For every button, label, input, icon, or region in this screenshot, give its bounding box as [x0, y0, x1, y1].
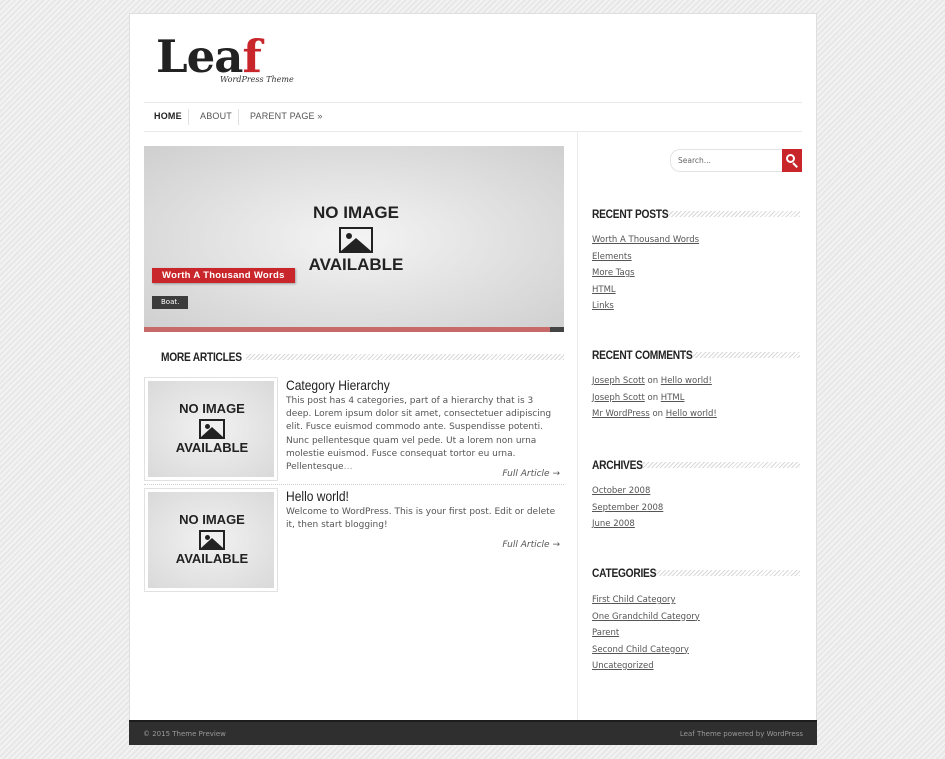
image-icon	[199, 530, 225, 550]
archive-link[interactable]: October 2008	[592, 486, 650, 496]
site-header: Leaf WordPress Theme	[130, 14, 816, 102]
comment-author-link[interactable]: Joseph Scott	[592, 376, 645, 386]
logo-tagline: WordPress Theme	[220, 75, 294, 84]
heading-stripes	[684, 352, 800, 358]
list-item: Elements	[592, 249, 699, 266]
category-link[interactable]: One Grandchild Category	[592, 612, 700, 622]
site-footer: © 2015 Theme Preview Leaf Theme powered …	[129, 720, 817, 745]
recent-post-link[interactable]: HTML	[592, 285, 616, 295]
article-title[interactable]: Hello world!	[286, 488, 349, 504]
comment-post-link[interactable]: HTML	[661, 393, 685, 403]
recent-comments-list: Joseph Scott on Hello world! Joseph Scot…	[592, 373, 717, 423]
full-article-link[interactable]: Full Article →	[502, 540, 560, 550]
list-item: More Tags	[592, 265, 699, 282]
recent-posts-list: Worth A Thousand Words Elements More Tag…	[592, 232, 699, 315]
recent-posts-heading: RECENT POSTS	[592, 207, 802, 221]
content-divider	[577, 132, 578, 724]
category-link[interactable]: Uncategorized	[592, 661, 654, 671]
article-divider	[144, 484, 564, 485]
no-image-placeholder: NO IMAGE AVAILABLE	[175, 401, 249, 455]
comment-author-link[interactable]: Joseph Scott	[592, 393, 645, 403]
comment-post-link[interactable]: Hello world!	[666, 409, 717, 419]
recent-post-link[interactable]: Worth A Thousand Words	[592, 235, 699, 245]
heading-stripes	[640, 462, 800, 468]
heading-stripes	[652, 570, 800, 576]
recent-post-link[interactable]: Elements	[592, 252, 632, 262]
footer-credits: Leaf Theme powered by WordPress	[679, 730, 803, 738]
search-input[interactable]	[670, 149, 782, 172]
no-image-placeholder: NO IMAGE AVAILABLE	[308, 203, 404, 274]
category-link[interactable]: First Child Category	[592, 595, 676, 605]
page-container: Leaf WordPress Theme HOME ABOUT PARENT P…	[129, 13, 817, 745]
nav-item-parent-page[interactable]: PARENT PAGE »	[250, 111, 323, 121]
main-nav: HOME ABOUT PARENT PAGE »	[144, 102, 802, 132]
article-title[interactable]: Category Hierarchy	[286, 377, 390, 393]
recent-comments-heading: RECENT COMMENTS	[592, 348, 802, 362]
full-article-link[interactable]: Full Article →	[502, 469, 560, 479]
article-thumbnail[interactable]: NO IMAGE AVAILABLE	[144, 377, 278, 481]
list-item: Joseph Scott on HTML	[592, 392, 685, 403]
featured-slider[interactable]: NO IMAGE AVAILABLE Worth A Thousand Word…	[144, 146, 564, 332]
categories-heading: CATEGORIES	[592, 566, 802, 580]
heading-stripes	[664, 211, 800, 217]
list-item: One Grandchild Category	[592, 609, 700, 626]
article-item: NO IMAGE AVAILABLE Hello world! Welcome …	[144, 488, 564, 596]
nav-separator	[238, 109, 239, 125]
archive-link[interactable]: June 2008	[592, 519, 635, 529]
list-item: Joseph Scott on Hello world!	[592, 376, 712, 386]
archive-link[interactable]: September 2008	[592, 503, 663, 513]
slide-progress-bar	[144, 327, 564, 332]
image-icon	[339, 227, 373, 253]
nav-separator	[188, 109, 189, 125]
more-articles-heading: MORE ARTICLES	[161, 350, 564, 364]
list-item: Uncategorized	[592, 658, 700, 675]
no-image-placeholder: NO IMAGE AVAILABLE	[175, 512, 249, 566]
categories-list: First Child Category One Grandchild Cate…	[592, 592, 700, 675]
article-item: NO IMAGE AVAILABLE Category Hierarchy Th…	[144, 377, 564, 485]
list-item: Second Child Category	[592, 642, 700, 659]
heading-stripes	[246, 354, 564, 360]
nav-item-home[interactable]: HOME	[154, 111, 182, 121]
list-item: September 2008	[592, 500, 663, 517]
category-link[interactable]: Parent	[592, 628, 619, 638]
article-excerpt: Welcome to WordPress. This is your first…	[286, 507, 556, 531]
comment-author-link[interactable]: Mr WordPress	[592, 409, 650, 419]
comment-post-link[interactable]: Hello world!	[661, 376, 712, 386]
image-icon	[199, 419, 225, 439]
nav-item-about[interactable]: ABOUT	[200, 111, 232, 121]
list-item: Mr WordPress on Hello world!	[592, 409, 717, 419]
list-item: June 2008	[592, 516, 663, 533]
list-item: HTML	[592, 282, 699, 299]
search-form	[670, 149, 802, 172]
list-item: Worth A Thousand Words	[592, 232, 699, 249]
list-item: Parent	[592, 625, 700, 642]
recent-post-link[interactable]: Links	[592, 301, 614, 311]
list-item: First Child Category	[592, 592, 700, 609]
search-button[interactable]	[782, 149, 802, 172]
slide-excerpt: Boat.	[152, 296, 189, 309]
footer-copyright: © 2015 Theme Preview	[143, 730, 226, 738]
archives-heading: ARCHIVES	[592, 458, 802, 472]
site-logo[interactable]: Leaf WordPress Theme	[156, 30, 294, 86]
list-item: Links	[592, 298, 699, 315]
list-item: October 2008	[592, 483, 663, 500]
category-link[interactable]: Second Child Category	[592, 645, 689, 655]
article-excerpt: This post has 4 categories, part of a hi…	[286, 396, 552, 473]
logo-wordmark: Leaf	[156, 30, 262, 83]
article-thumbnail[interactable]: NO IMAGE AVAILABLE	[144, 488, 278, 592]
slide-title[interactable]: Worth A Thousand Words	[152, 268, 295, 283]
slide-progress-fill	[144, 327, 550, 332]
archives-list: October 2008 September 2008 June 2008	[592, 483, 663, 533]
recent-post-link[interactable]: More Tags	[592, 268, 635, 278]
